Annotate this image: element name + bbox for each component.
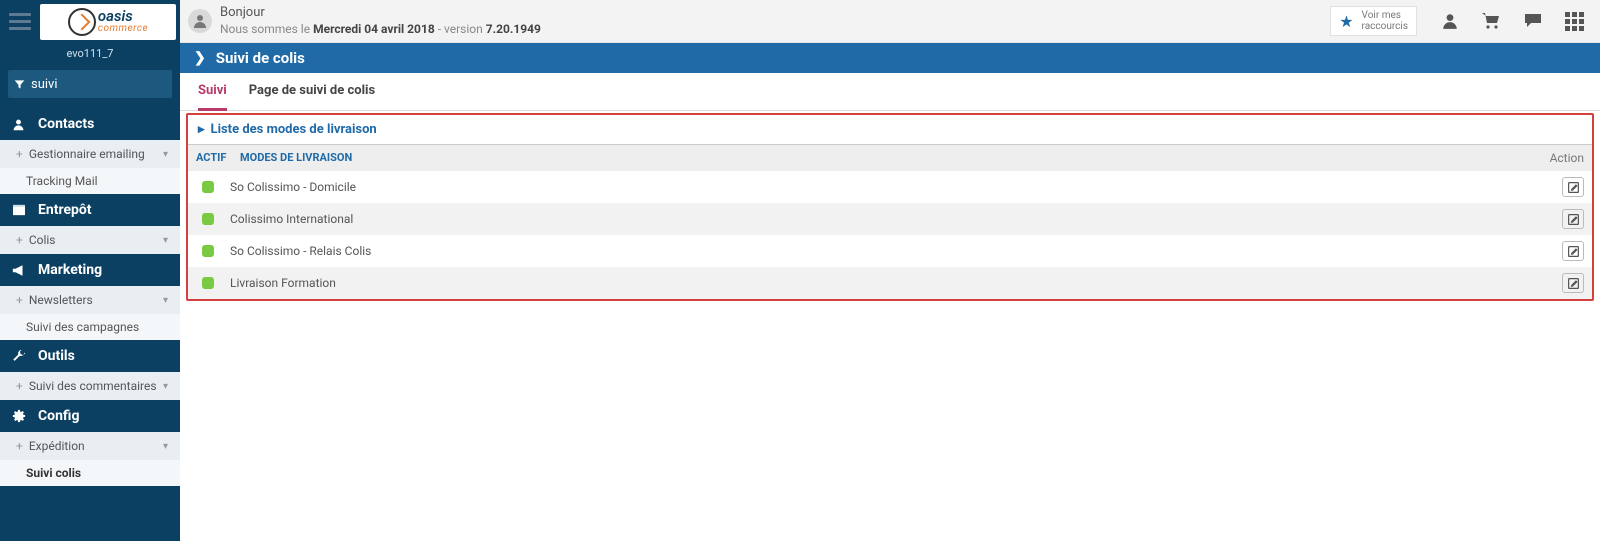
plus-icon: + bbox=[16, 147, 23, 161]
nav-head-marketing[interactable]: Marketing bbox=[0, 254, 180, 286]
brand-logo[interactable]: oasis commerce bbox=[40, 4, 176, 40]
chevron-down-icon: ▾ bbox=[163, 235, 168, 246]
chevron-down-icon: ▾ bbox=[163, 295, 168, 306]
active-status-icon bbox=[202, 181, 214, 193]
nav-head-label: Entrepôt bbox=[38, 202, 92, 218]
user-icon[interactable] bbox=[1441, 12, 1459, 30]
plus-icon: + bbox=[16, 439, 23, 453]
nav-head-label: Config bbox=[38, 408, 79, 424]
delivery-mode-label: So Colissimo - Relais Colis bbox=[230, 244, 1562, 258]
edit-button[interactable] bbox=[1562, 177, 1584, 197]
hamburger-menu[interactable] bbox=[0, 0, 40, 43]
nav-sub-label: Newsletters bbox=[29, 293, 93, 307]
page-title: Suivi de colis bbox=[216, 49, 305, 67]
main: Bonjour Nous sommes le Mercredi 04 avril… bbox=[180, 0, 1600, 541]
nav-head-entrepôt[interactable]: Entrepôt bbox=[0, 194, 180, 226]
edit-button[interactable] bbox=[1562, 241, 1584, 261]
panel-title: Liste des modes de livraison bbox=[211, 122, 377, 137]
sidebar-nav: Contacts + Gestionnaire emailing ▾ Tracking … bbox=[0, 108, 180, 486]
table-row: So Colissimo - Domicile bbox=[188, 171, 1592, 203]
plus-icon: + bbox=[16, 293, 23, 307]
shortcuts-button[interactable]: ★ Voir mesraccourcis bbox=[1330, 6, 1417, 36]
edit-button[interactable] bbox=[1562, 209, 1584, 229]
delivery-mode-label: Livraison Formation bbox=[230, 276, 1562, 290]
tenant-label: evo111_7 bbox=[0, 43, 180, 68]
nav-leaf[interactable]: Tracking Mail bbox=[0, 168, 180, 194]
plus-icon: + bbox=[16, 379, 23, 393]
wrench-icon bbox=[12, 349, 28, 363]
active-status-icon bbox=[202, 245, 214, 257]
chevron-down-icon: ▾ bbox=[163, 381, 168, 392]
active-status-icon bbox=[202, 213, 214, 225]
table-header: Actif Modes de livraison Action bbox=[188, 145, 1592, 171]
nav-head-label: Marketing bbox=[38, 262, 102, 278]
cart-icon[interactable] bbox=[1481, 12, 1501, 30]
sidebar-filter[interactable]: ✕ bbox=[8, 70, 172, 98]
nav-sub[interactable]: + Newsletters ▾ bbox=[0, 286, 180, 314]
table-row: So Colissimo - Relais Colis bbox=[188, 235, 1592, 267]
brand-name-1: oasis bbox=[98, 9, 148, 24]
table-row: Livraison Formation bbox=[188, 267, 1592, 299]
nav-sub-label: Gestionnaire emailing bbox=[29, 147, 145, 161]
chevron-down-icon: ▾ bbox=[163, 441, 168, 452]
sidebar: oasis commerce evo111_7 ✕ Contacts + Gesti… bbox=[0, 0, 180, 541]
delivery-mode-label: Colissimo International bbox=[230, 212, 1562, 226]
caret-right-icon: ▸ bbox=[198, 122, 205, 137]
tabs: Suivi Page de suivi de colis bbox=[180, 73, 1600, 111]
nav-leaf[interactable]: Suivi colis bbox=[0, 460, 180, 486]
tab[interactable]: Page de suivi de colis bbox=[249, 83, 375, 110]
edit-button[interactable] bbox=[1562, 273, 1584, 293]
col-actif[interactable]: Actif bbox=[188, 145, 232, 171]
table-row: Colissimo International bbox=[188, 203, 1592, 235]
nav-sub[interactable]: + Gestionnaire emailing ▾ bbox=[0, 140, 180, 168]
nav-sub-label: Expédition bbox=[29, 439, 85, 453]
active-status-icon bbox=[202, 277, 214, 289]
box-icon bbox=[12, 204, 28, 216]
nav-sub[interactable]: + Suivi des commentaires ▾ bbox=[0, 372, 180, 400]
col-mode[interactable]: Modes de livraison bbox=[232, 145, 1532, 171]
logo-mark-icon bbox=[68, 8, 96, 36]
nav-head-label: Contacts bbox=[38, 116, 94, 132]
nav-sub-label: Suivi des commentaires bbox=[29, 379, 157, 393]
person-icon bbox=[12, 118, 28, 131]
greeting-line2: Nous sommes le Mercredi 04 avril 2018 - … bbox=[220, 22, 1322, 37]
col-action: Action bbox=[1532, 145, 1592, 171]
filter-input[interactable] bbox=[31, 77, 197, 92]
chevron-right-icon: ❯ bbox=[194, 50, 206, 66]
chevron-down-icon: ▾ bbox=[163, 149, 168, 160]
plus-icon: + bbox=[16, 233, 23, 247]
comment-icon[interactable] bbox=[1523, 12, 1543, 30]
nav-leaf[interactable]: Suivi des campagnes bbox=[0, 314, 180, 340]
nav-head-config[interactable]: Config bbox=[0, 400, 180, 432]
funnel-icon bbox=[14, 79, 25, 90]
delivery-modes-panel: ▸ Liste des modes de livraison Actif Mod… bbox=[186, 113, 1594, 301]
nav-head-outils[interactable]: Outils bbox=[0, 340, 180, 372]
tab[interactable]: Suivi bbox=[198, 83, 227, 111]
nav-sub[interactable]: + Expédition ▾ bbox=[0, 432, 180, 460]
page-titlebar: ❯ Suivi de colis bbox=[180, 43, 1600, 73]
nav-sub[interactable]: + Colis ▾ bbox=[0, 226, 180, 254]
star-icon: ★ bbox=[1339, 12, 1353, 31]
nav-head-contacts[interactable]: Contacts bbox=[0, 108, 180, 140]
nav-head-label: Outils bbox=[38, 348, 75, 364]
topbar: Bonjour Nous sommes le Mercredi 04 avril… bbox=[180, 0, 1600, 43]
nav-sub-label: Colis bbox=[29, 233, 56, 247]
brand-name-2: commerce bbox=[98, 24, 148, 34]
apps-grid-icon[interactable] bbox=[1565, 12, 1584, 31]
delivery-mode-label: So Colissimo - Domicile bbox=[230, 180, 1562, 194]
user-avatar-icon[interactable] bbox=[188, 9, 212, 33]
gear-icon bbox=[12, 409, 28, 423]
megaphone-icon bbox=[12, 264, 28, 277]
greeting-line1: Bonjour bbox=[220, 5, 1322, 21]
